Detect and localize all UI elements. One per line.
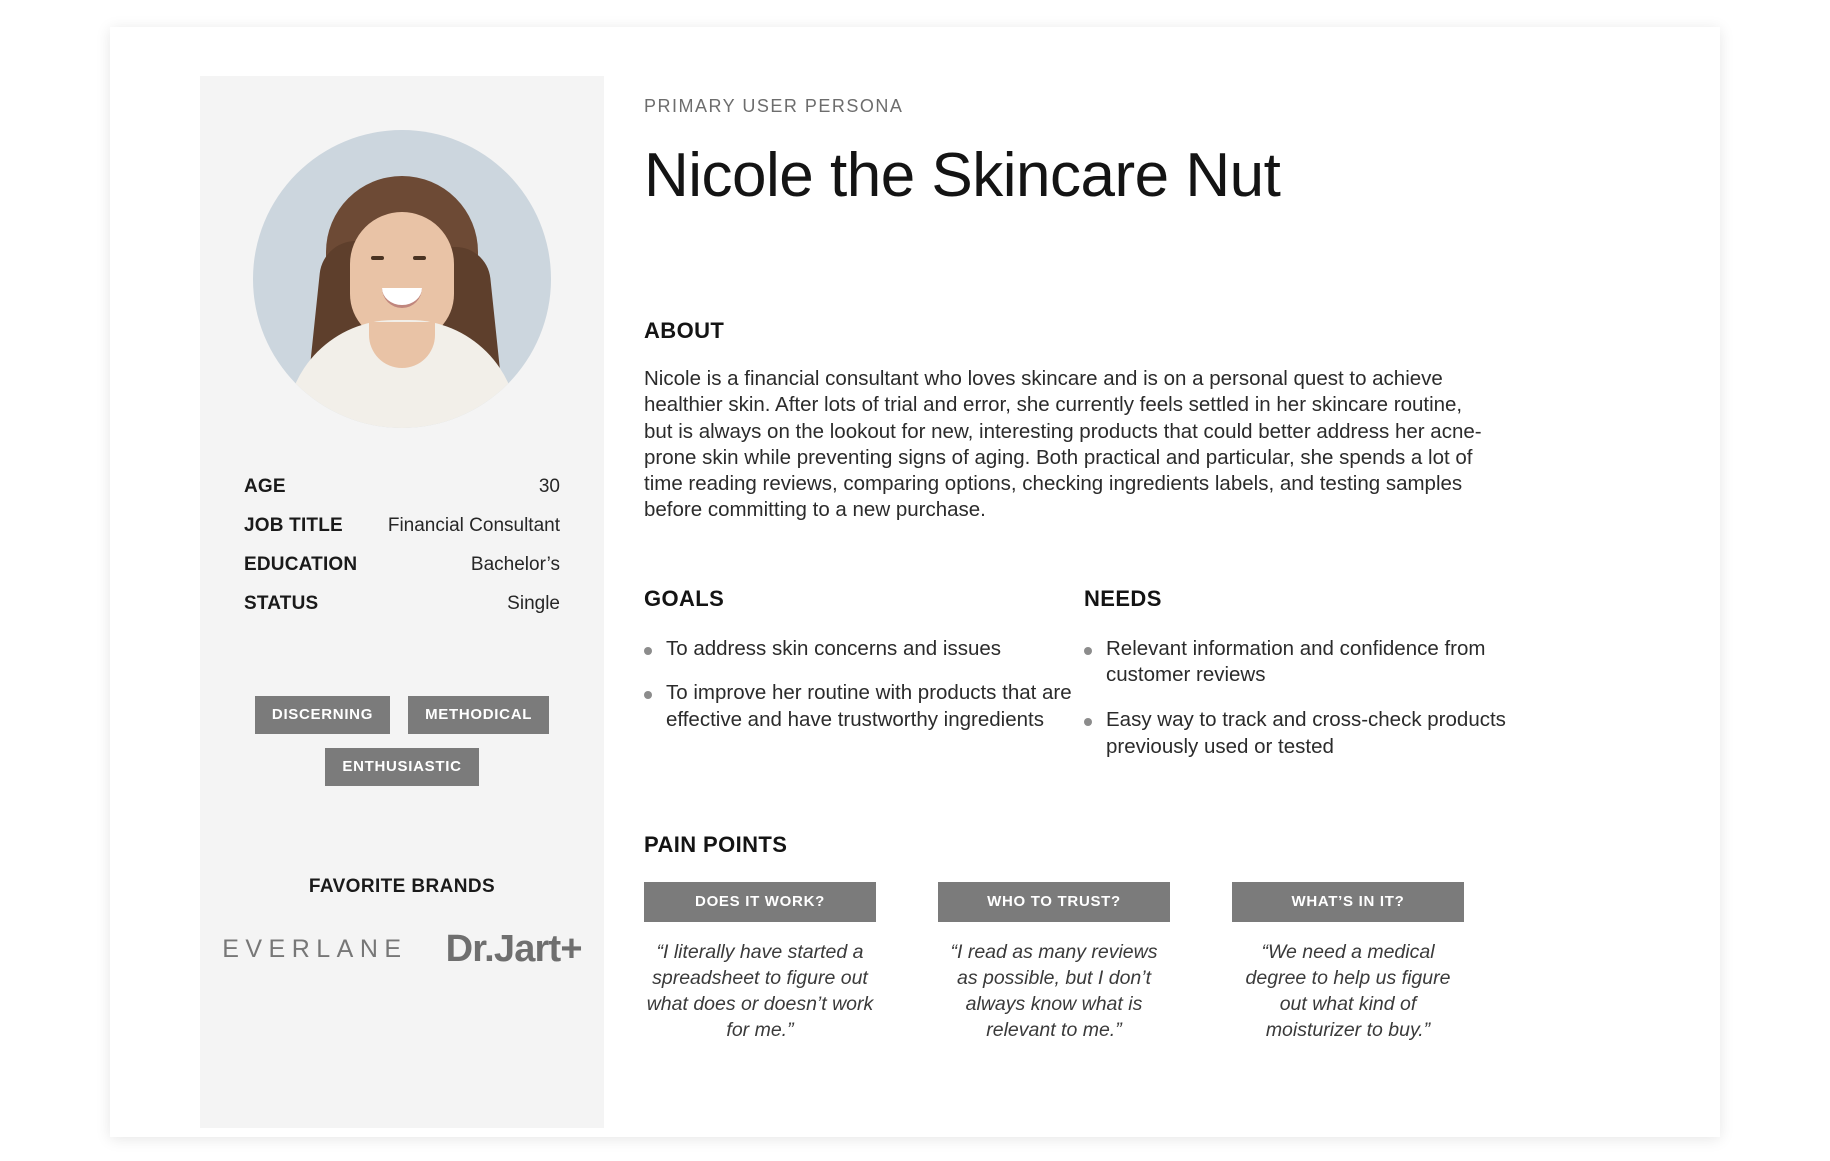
list-item: To address skin concerns and issues (644, 636, 1084, 663)
pain-points-section: PAIN POINTS DOES IT WORK? “I literally h… (644, 832, 1654, 1044)
pain-point-quote: “We need a medical degree to help us fig… (1245, 941, 1451, 1041)
detail-label-education: EDUCATION (244, 554, 358, 575)
detail-value-status: Single (507, 593, 560, 614)
persona-trait-tags: DISCERNING METHODICAL ENTHUSIASTIC (222, 696, 582, 786)
needs-list: Relevant information and confidence from… (1084, 636, 1524, 761)
about-body-text: Nicole is a financial consultant who lov… (644, 367, 1482, 522)
page-title: Nicole the Skincare Nut (644, 141, 1281, 210)
about-section: ABOUT Nicole is a financial consultant w… (644, 318, 1654, 523)
trait-tag-enthusiastic: ENTHUSIASTIC (325, 748, 479, 786)
brand-logo-everlane: EVERLANE (222, 935, 408, 963)
avatar (253, 130, 551, 428)
about-heading: ABOUT (644, 318, 725, 344)
detail-row: AGE 30 (244, 476, 560, 498)
goals-section: GOALS To address skin concerns and issue… (644, 586, 1084, 779)
favorite-brands-title: FAVORITE BRANDS (308, 876, 496, 897)
persona-photo (253, 130, 551, 428)
persona-main-content: PRIMARY USER PERSONA Nicole the Skincare… (644, 76, 1654, 1044)
pain-point-card: WHAT’S IN IT? “We need a medical degree … (1232, 882, 1464, 1044)
persona-card: AGE 30 JOB TITLE Financial Consultant ED… (110, 27, 1720, 1137)
persona-details-table: AGE 30 JOB TITLE Financial Consultant ED… (244, 476, 560, 632)
pain-point-heading-whats-in-it: WHAT’S IN IT? (1232, 882, 1464, 923)
detail-row: STATUS Single (244, 593, 560, 615)
goals-heading: GOALS (644, 585, 725, 611)
needs-section: NEEDS Relevant information and confidenc… (1084, 586, 1524, 779)
pain-point-heading-who-to-trust: WHO TO TRUST? (938, 882, 1170, 923)
detail-label-job-title: JOB TITLE (244, 515, 343, 536)
detail-value-age: 30 (538, 476, 560, 497)
list-item: Easy way to track and cross-check produc… (1084, 707, 1524, 760)
detail-value-job-title: Financial Consultant (387, 515, 560, 536)
detail-value-education: Bachelor’s (470, 554, 560, 575)
pain-point-heading-does-it-work: DOES IT WORK? (644, 882, 876, 923)
goals-needs-row: GOALS To address skin concerns and issue… (644, 586, 1654, 779)
trait-tag-methodical: METHODICAL (408, 696, 550, 734)
list-item: To improve her routine with products tha… (644, 680, 1084, 733)
pain-point-quote: “I read as many reviews as possible, but… (950, 941, 1158, 1041)
pain-points-heading: PAIN POINTS (644, 832, 788, 858)
portrait-eye-right (413, 256, 426, 260)
portrait-eye-left (371, 256, 384, 260)
pain-point-quote: “I literally have started a spreadsheet … (646, 941, 874, 1041)
needs-heading: NEEDS (1084, 585, 1162, 611)
goals-list: To address skin concerns and issues To i… (644, 636, 1084, 734)
favorite-brands-list: EVERLANE Dr.Jart+ (200, 928, 604, 971)
detail-label-status: STATUS (244, 593, 319, 614)
brand-logo-drjart: Dr.Jart+ (445, 928, 583, 970)
persona-eyebrow: PRIMARY USER PERSONA (644, 96, 904, 116)
pain-point-card: WHO TO TRUST? “I read as many reviews as… (938, 882, 1170, 1044)
pain-point-card: DOES IT WORK? “I literally have started … (644, 882, 876, 1044)
detail-row: EDUCATION Bachelor’s (244, 554, 560, 576)
pain-points-cards: DOES IT WORK? “I literally have started … (644, 882, 1654, 1044)
detail-row: JOB TITLE Financial Consultant (244, 515, 560, 537)
list-item: Relevant information and confidence from… (1084, 636, 1524, 689)
trait-tag-discerning: DISCERNING (254, 696, 391, 734)
persona-sidebar: AGE 30 JOB TITLE Financial Consultant ED… (200, 76, 604, 1128)
detail-label-age: AGE (244, 476, 286, 497)
